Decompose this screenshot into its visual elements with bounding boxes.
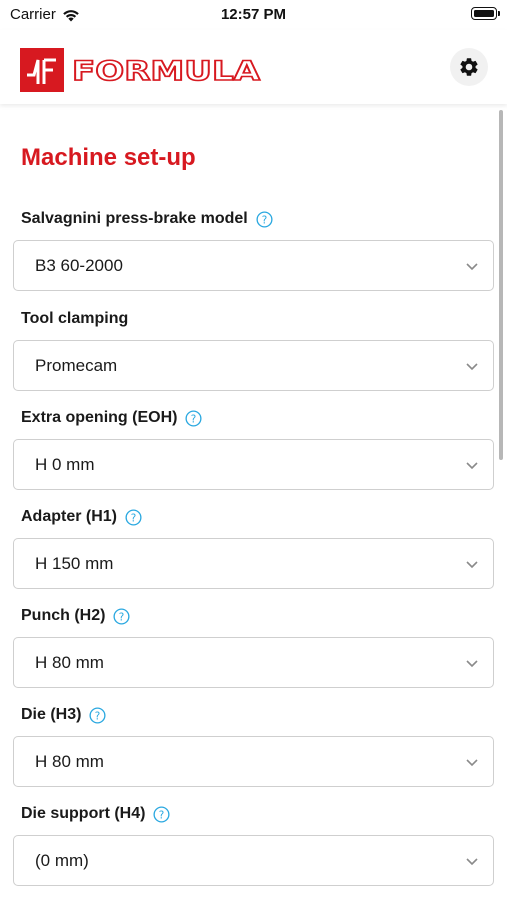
select-value: Promecam: [35, 355, 118, 375]
setup-form: Machine set-up Salvagnini press-brake mo…: [0, 104, 507, 900]
chevron-down-icon: [466, 263, 478, 271]
help-icon[interactable]: ?: [89, 706, 106, 724]
formula-logo-mark: [20, 48, 64, 92]
field-label-row-die-support: Die support (H4) ?: [21, 803, 170, 825]
field-label: Die support (H4): [21, 805, 146, 822]
tool-clamping-select[interactable]: Promecam: [13, 340, 494, 391]
svg-text:?: ?: [191, 413, 197, 425]
page-title: Machine set-up: [21, 144, 196, 171]
status-bar: Carrier 12:57 PM: [0, 0, 507, 30]
select-value: H 80 mm: [35, 652, 104, 672]
svg-text:?: ?: [95, 710, 101, 722]
die-support-select[interactable]: (0 mm): [13, 835, 494, 886]
screen: Carrier 12:57 PM FORMULA Machine set-up: [0, 0, 507, 900]
die-select[interactable]: H 80 mm: [13, 736, 494, 787]
field-label-row-tool-clamping: Tool clamping: [21, 308, 128, 330]
field-label: Die (H3): [21, 706, 82, 723]
field-label-row-adapter: Adapter (H1) ?: [21, 506, 142, 528]
select-value: (0 mm): [35, 850, 89, 870]
chevron-down-icon: [466, 462, 478, 470]
press-brake-model-select[interactable]: B3 60-2000: [13, 240, 494, 291]
svg-text:?: ?: [119, 611, 125, 623]
field-label: Tool clamping: [21, 310, 129, 327]
chevron-down-icon: [466, 561, 478, 569]
select-value: H 0 mm: [35, 454, 95, 474]
field-label-row-press-brake-model: Salvagnini press-brake model ?: [21, 208, 273, 230]
punch-select[interactable]: H 80 mm: [13, 637, 494, 688]
select-value: H 150 mm: [35, 553, 114, 573]
field-label: Punch (H2): [21, 607, 106, 624]
chevron-down-icon: [466, 363, 478, 371]
help-icon[interactable]: ?: [153, 805, 170, 823]
settings-button[interactable]: [450, 48, 488, 86]
help-icon[interactable]: ?: [256, 210, 273, 228]
gear-icon: [460, 58, 478, 76]
help-icon[interactable]: ?: [125, 508, 142, 526]
help-icon[interactable]: ?: [185, 409, 202, 427]
battery-icon: [471, 7, 500, 20]
svg-text:?: ?: [159, 809, 165, 821]
adapter-select[interactable]: H 150 mm: [13, 538, 494, 589]
svg-text:?: ?: [131, 512, 137, 524]
svg-text:?: ?: [261, 214, 267, 226]
chevron-down-icon: [466, 858, 478, 866]
status-time: 12:57 PM: [220, 6, 287, 23]
field-label: Extra opening (EOH): [21, 409, 178, 426]
field-label: Adapter (H1): [21, 508, 118, 525]
select-value: H 80 mm: [35, 751, 104, 771]
chevron-down-icon: [466, 759, 478, 767]
help-icon[interactable]: ?: [113, 607, 130, 625]
field-label: Salvagnini press-brake model: [21, 210, 248, 227]
field-label-row-extra-opening: Extra opening (EOH) ?: [21, 407, 202, 429]
formula-logo-wordmark: FORMULA: [71, 55, 261, 86]
app-header: FORMULA: [0, 30, 507, 104]
chevron-down-icon: [466, 660, 478, 668]
field-label-row-punch: Punch (H2) ?: [21, 605, 130, 627]
select-value: B3 60-2000: [35, 255, 123, 275]
field-label-row-die: Die (H3) ?: [21, 704, 106, 726]
extra-opening-select[interactable]: H 0 mm: [13, 439, 494, 490]
vertical-scrollbar[interactable]: [499, 110, 503, 460]
brand-text: FORMULA: [72, 56, 260, 86]
